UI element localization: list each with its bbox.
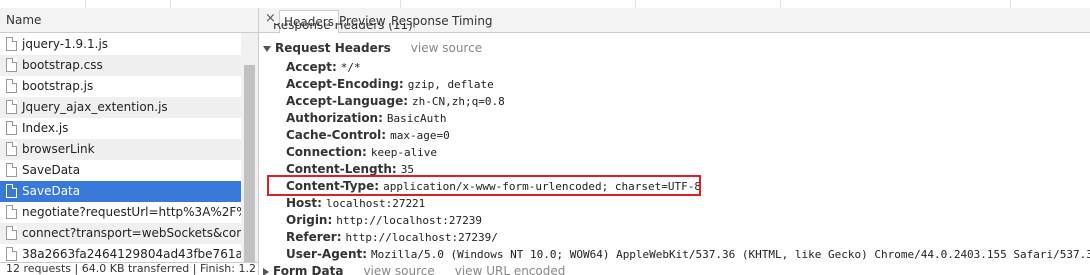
request-row[interactable]: jquery-1.9.1.js [0,34,241,55]
file-icon [6,205,17,219]
file-icon [6,37,17,51]
request-headers-title: Request Headers [275,41,391,55]
view-source-link[interactable]: view source [411,41,482,55]
header-row: Accept-Language: zh-CN,zh;q=0.8 [286,94,505,108]
request-headers-section[interactable]: Request Headers view source [263,41,482,55]
view-url-encoded-link[interactable]: view URL encoded [455,264,566,275]
request-list-panel: Name jquery-1.9.1.js bootstrap.css boots… [0,8,259,275]
header-row: Accept: */* [286,60,361,74]
request-name: Index.js [22,121,69,135]
collapse-triangle-icon [263,267,269,275]
request-row[interactable]: browserLink [0,139,241,160]
request-name: jquery-1.9.1.js [22,37,109,51]
form-data-section[interactable]: Form Data view source view URL encoded [263,264,565,275]
file-icon [6,79,17,93]
header-row: Authorization: BasicAuth [286,111,447,125]
request-name: SaveData [22,184,81,198]
request-row[interactable]: connect?transport=webSockets&conn... [0,223,241,244]
request-row[interactable]: Index.js [0,118,241,139]
header-row: Cache-Control: max-age=0 [286,128,450,142]
name-column-header[interactable]: Name [0,8,258,33]
request-list-scrollbar[interactable] [241,33,258,273]
header-row: Connection: keep-alive [286,145,438,159]
request-name: bootstrap.js [22,79,94,93]
timeline-tick [170,0,171,8]
request-row[interactable]: SaveData [0,160,241,181]
request-name: connect?transport=webSockets&conn... [22,226,241,240]
status-bar: 12 requests | 64.0 KB transferred | Fini… [0,262,258,275]
file-icon [6,142,17,156]
header-row: Host: localhost:27221 [286,196,426,210]
tab-timing[interactable]: Timing [452,10,493,32]
file-icon [6,247,17,261]
timeline-tick [1010,0,1011,8]
header-row: Referer: http://localhost:27239/ [286,230,498,244]
request-name: Jquery_ajax_extention.js [22,100,168,114]
request-name: SaveData [22,163,81,177]
timeline-tick [635,0,636,8]
scrollbar-thumb[interactable] [244,65,255,265]
request-row[interactable]: negotiate?requestUrl=http%3A%2F%2... [0,202,241,223]
file-icon [6,184,17,198]
header-row: Accept-Encoding: gzip, deflate [286,77,494,91]
file-icon [6,121,17,135]
timeline-tick [400,0,401,8]
header-row: User-Agent: Mozilla/5.0 (Windows NT 10.0;… [286,247,1090,261]
file-icon [6,58,17,72]
content-type-highlight-box [267,175,701,196]
request-row[interactable]: bootstrap.js [0,76,241,97]
file-icon [6,226,17,240]
header-row: Origin: http://localhost:27239 [286,213,482,227]
request-name: bootstrap.css [22,58,103,72]
form-data-title: Form Data [273,264,344,275]
response-headers-section-cut[interactable]: Response Headers (11) [273,23,413,31]
details-panel: × Headers Preview Response Timing Respon… [259,8,1090,275]
request-row[interactable]: Jquery_ajax_extention.js [0,97,241,118]
request-name: browserLink [22,142,95,156]
file-icon [6,100,17,114]
request-row-selected[interactable]: SaveData [0,181,241,202]
request-name: negotiate?requestUrl=http%3A%2F%2... [22,205,241,219]
timeline-tick [85,0,86,8]
expand-triangle-icon [263,45,271,52]
file-icon [6,163,17,177]
timeline-tick [780,0,781,8]
request-row[interactable]: bootstrap.css [0,55,241,76]
view-source-link[interactable]: view source [363,264,434,275]
